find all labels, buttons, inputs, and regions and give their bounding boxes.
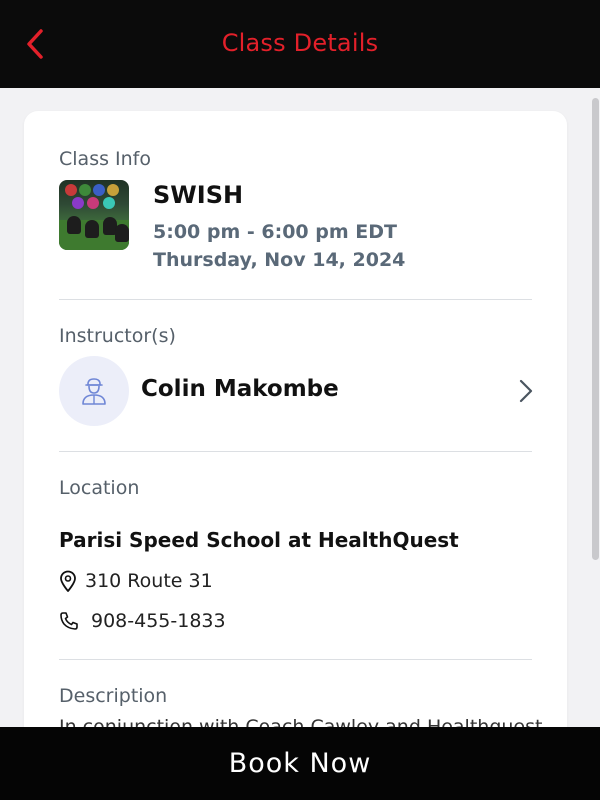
map-pin-icon bbox=[60, 570, 76, 592]
address-row[interactable]: 310 Route 31 bbox=[59, 568, 213, 594]
class-time: 5:00 pm - 6:00 pm EDT bbox=[153, 221, 397, 243]
instructors-label: Instructor(s) bbox=[59, 325, 176, 347]
book-now-label: Book Now bbox=[228, 748, 372, 779]
divider bbox=[59, 451, 532, 452]
phone-text: 908-455-1833 bbox=[91, 610, 226, 632]
location-label: Location bbox=[59, 477, 140, 499]
page-title: Class Details bbox=[221, 29, 379, 57]
location-name: Parisi Speed School at HealthQuest bbox=[59, 528, 459, 552]
description-label: Description bbox=[59, 685, 168, 707]
divider bbox=[59, 299, 532, 300]
address-text: 310 Route 31 bbox=[85, 570, 213, 592]
content-scroll-area[interactable]: Class Info SWISH 5:00 pm - 6:00 pm EDT T… bbox=[0, 88, 590, 727]
book-now-button[interactable]: Book Now bbox=[0, 727, 600, 800]
phone-icon bbox=[60, 612, 78, 630]
chevron-right-icon bbox=[519, 379, 533, 403]
scrollbar-thumb[interactable] bbox=[592, 98, 599, 560]
class-name: SWISH bbox=[153, 181, 244, 209]
instructor-row[interactable]: Colin Makombe bbox=[59, 356, 534, 428]
avatar bbox=[59, 356, 129, 426]
description-text: In conjunction with Coach Cawley and Hea… bbox=[59, 716, 543, 727]
class-date: Thursday, Nov 14, 2024 bbox=[153, 249, 406, 271]
class-details-card: Class Info SWISH 5:00 pm - 6:00 pm EDT T… bbox=[24, 111, 567, 727]
class-thumbnail bbox=[59, 180, 129, 250]
class-info-label: Class Info bbox=[59, 148, 151, 170]
phone-row[interactable]: 908-455-1833 bbox=[59, 608, 226, 634]
instructor-name: Colin Makombe bbox=[141, 376, 339, 402]
person-icon bbox=[82, 378, 106, 405]
top-bar: Class Details bbox=[0, 0, 600, 88]
divider bbox=[59, 659, 532, 660]
